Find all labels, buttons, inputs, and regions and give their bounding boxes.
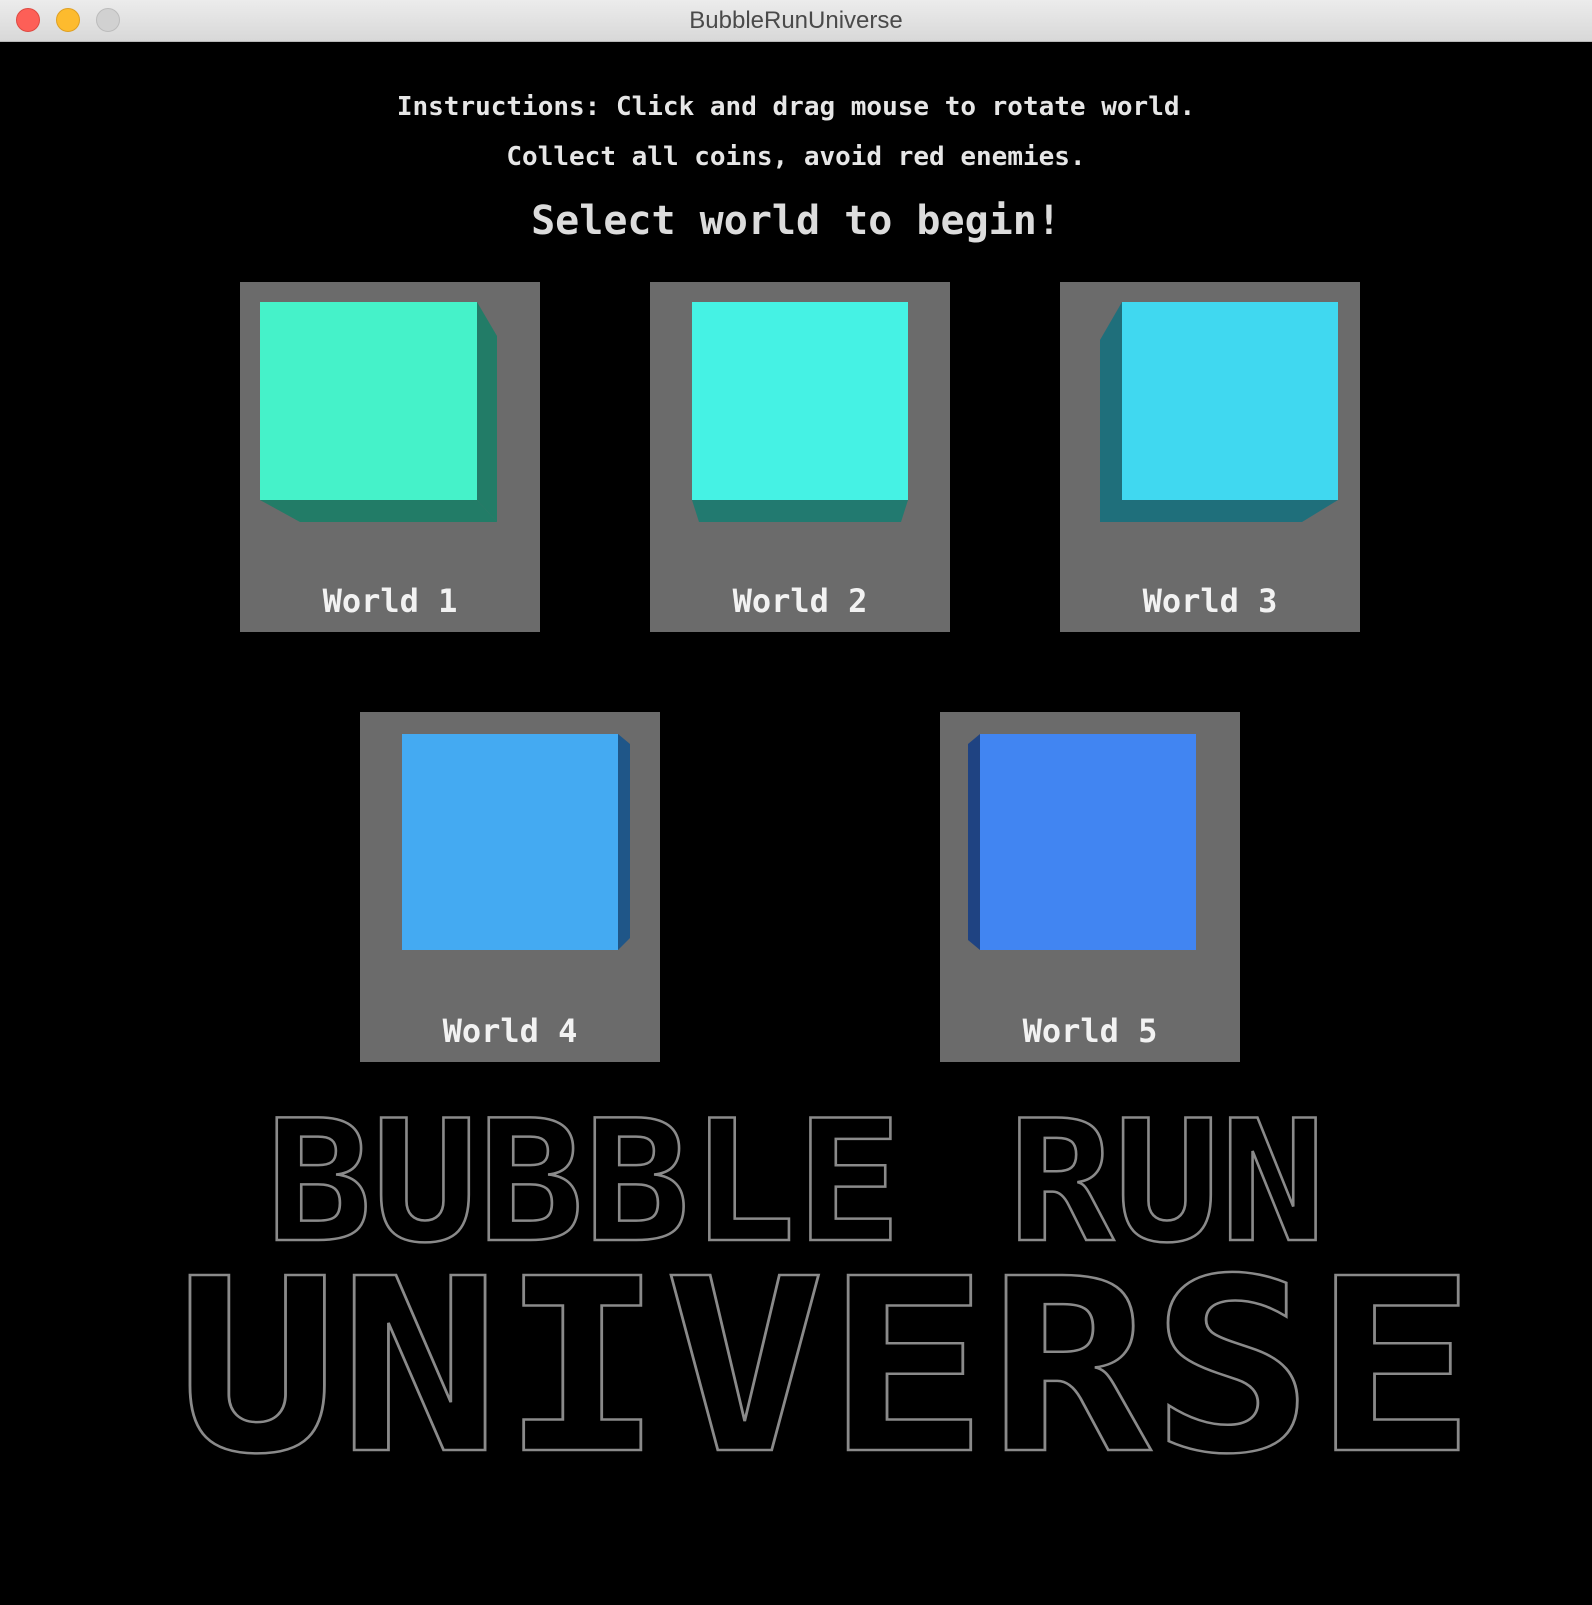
world-3-button[interactable]: World 3 xyxy=(1060,282,1360,632)
world-2-button[interactable]: World 2 xyxy=(650,282,950,632)
world-5-button[interactable]: World 5 xyxy=(940,712,1240,1062)
bubble-run-universe-logo: BUBBLE RUN UNIVERSE xyxy=(175,1100,1478,1500)
cube-icon xyxy=(1100,302,1338,522)
cube-icon xyxy=(968,734,1196,950)
logo-line-2: UNIVERSE xyxy=(176,1227,1476,1500)
world-4-button[interactable]: World 4 xyxy=(360,712,660,1062)
instructions-line-1: Instructions: Click and drag mouse to ro… xyxy=(396,92,1196,122)
title-bar: BubbleRunUniverse xyxy=(0,0,1592,42)
world-2-label: World 2 xyxy=(732,582,868,620)
window-title: BubbleRunUniverse xyxy=(689,7,903,34)
select-world-heading: Select world to begin! xyxy=(531,198,1061,244)
world-1-button[interactable]: World 1 xyxy=(240,282,540,632)
instructions-line-2: Collect all coins, avoid red enemies. xyxy=(506,142,1086,172)
cube-icon xyxy=(260,302,497,522)
cube-icon xyxy=(692,302,908,522)
world-4-label: World 4 xyxy=(442,1012,578,1050)
world-3-label: World 3 xyxy=(1142,582,1278,620)
cube-icon xyxy=(402,734,630,950)
world-1-label: World 1 xyxy=(322,582,458,620)
world-5-label: World 5 xyxy=(1022,1012,1158,1050)
